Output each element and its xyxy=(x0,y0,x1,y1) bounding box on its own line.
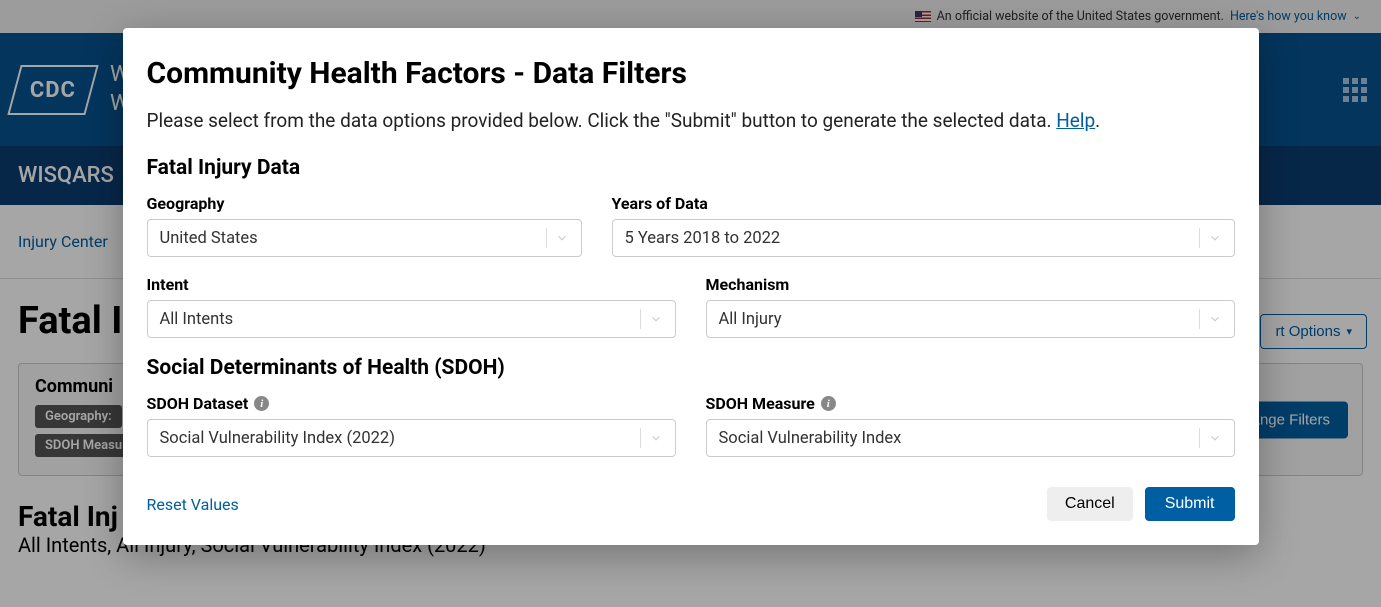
chevron-down-icon xyxy=(649,312,663,326)
intent-select[interactable]: All Intents xyxy=(147,300,676,338)
mechanism-label: Mechanism xyxy=(706,275,1235,294)
chevron-down-icon xyxy=(649,431,663,445)
submit-button[interactable]: Submit xyxy=(1145,487,1235,521)
chevron-down-icon xyxy=(1208,312,1222,326)
section-sdoh: Social Determinants of Health (SDOH) xyxy=(147,356,1235,380)
chevron-down-icon xyxy=(1208,431,1222,445)
cancel-button[interactable]: Cancel xyxy=(1047,487,1133,521)
intent-label: Intent xyxy=(147,275,676,294)
reset-values-link[interactable]: Reset Values xyxy=(147,495,239,514)
sdoh-measure-label: SDOH Measure i xyxy=(706,394,1235,413)
modal-title: Community Health Factors - Data Filters xyxy=(147,56,1235,91)
geography-label: Geography xyxy=(147,194,582,213)
modal-footer: Reset Values Cancel Submit xyxy=(123,473,1259,545)
sdoh-measure-select[interactable]: Social Vulnerability Index xyxy=(706,419,1235,457)
section-fatal-injury: Fatal Injury Data xyxy=(147,156,1235,180)
help-link[interactable]: Help xyxy=(1056,109,1095,132)
chevron-down-icon xyxy=(555,231,569,245)
years-label: Years of Data xyxy=(612,194,1235,213)
years-select[interactable]: 5 Years 2018 to 2022 xyxy=(612,219,1235,257)
geography-select[interactable]: United States xyxy=(147,219,582,257)
modal-description: Please select from the data options prov… xyxy=(147,109,1235,132)
mechanism-select[interactable]: All Injury xyxy=(706,300,1235,338)
info-icon[interactable]: i xyxy=(254,396,269,411)
sdoh-dataset-label: SDOH Dataset i xyxy=(147,394,676,413)
data-filters-modal: Community Health Factors - Data Filters … xyxy=(123,28,1259,545)
chevron-down-icon xyxy=(1208,231,1222,245)
info-icon[interactable]: i xyxy=(821,396,836,411)
sdoh-dataset-select[interactable]: Social Vulnerability Index (2022) xyxy=(147,419,676,457)
